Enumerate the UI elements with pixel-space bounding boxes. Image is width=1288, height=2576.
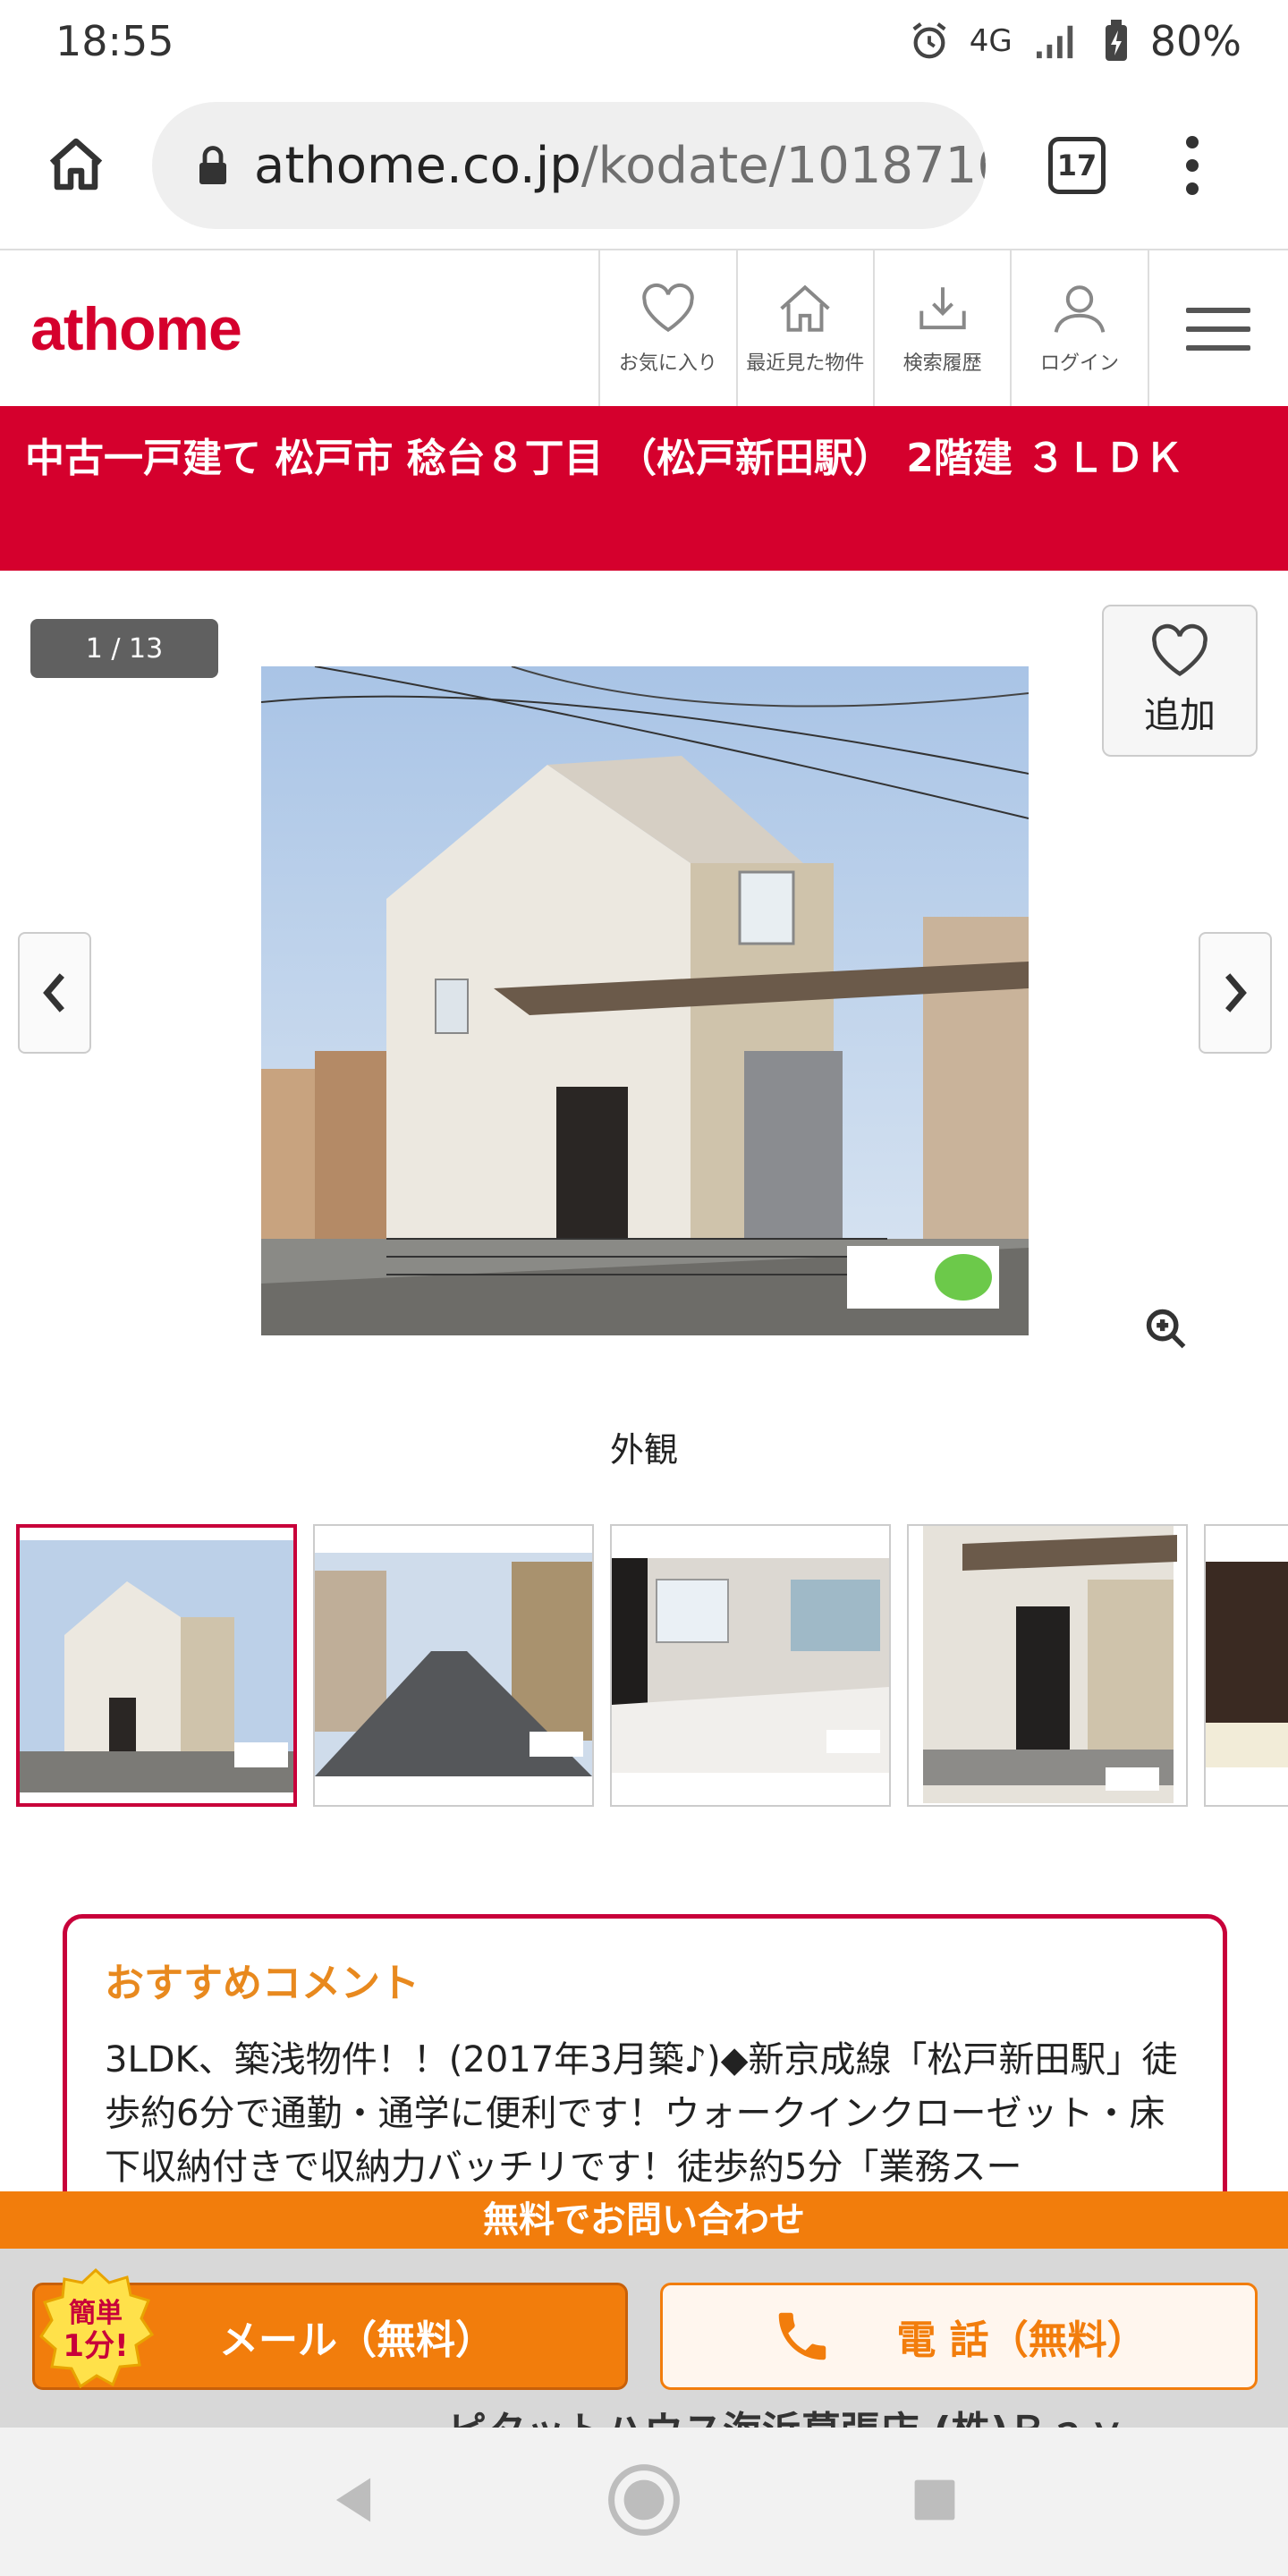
- thumbnail-4[interactable]: [907, 1524, 1188, 1807]
- status-icons: 4G 80%: [909, 17, 1241, 65]
- login-label: ログイン: [1039, 352, 1119, 375]
- address-bar[interactable]: athome.co.jp/kodate/10187160: [152, 102, 986, 229]
- thumbnail-3[interactable]: [610, 1524, 891, 1807]
- add-favorite-button[interactable]: 追加: [1102, 605, 1258, 757]
- thumbnail-2[interactable]: [313, 1524, 594, 1807]
- menu-dot: [1186, 159, 1199, 172]
- menu-line: [1186, 326, 1251, 332]
- contact-area: ピタットハウス海浜幕張店 (株)Ｂａｙ メール（無料） 簡単 1分! 電 話（無…: [0, 2249, 1288, 2454]
- home-button[interactable]: [36, 125, 116, 206]
- lock-icon: [199, 146, 226, 184]
- back-button[interactable]: [328, 2473, 378, 2530]
- search-history-label: 検索履歴: [902, 352, 982, 375]
- badge-line-2: 1分!: [63, 2328, 128, 2364]
- browser-toolbar: athome.co.jp/kodate/10187160 17: [0, 82, 1288, 249]
- zoom-in-icon: [1146, 1309, 1186, 1349]
- athome-logo[interactable]: athome: [30, 294, 242, 364]
- recently-viewed-button[interactable]: 最近見た物件: [735, 250, 873, 408]
- next-image-button[interactable]: [1199, 932, 1272, 1054]
- site-header: athome お気に入り 最近見た物件 検索履歴 ログイン: [0, 249, 1288, 408]
- recents-square-icon: [914, 2479, 955, 2521]
- back-triangle-icon: [336, 2478, 371, 2522]
- system-navigation-bar: [0, 2428, 1288, 2576]
- mail-button-label: メール（無料）: [219, 2318, 495, 2363]
- heart-icon: [642, 283, 694, 333]
- property-title: 中古一戸建て 松戸市 稔台８丁目 （松戸新田駅） 2階建 ３ＬＤＫ: [0, 406, 1288, 571]
- battery-icon: [1105, 20, 1127, 61]
- battery-level: 80%: [1149, 17, 1241, 65]
- image-counter: 1 / 13: [30, 619, 218, 678]
- logo-area[interactable]: athome: [0, 250, 598, 408]
- url-path: /kodate/10187160: [580, 136, 986, 195]
- person-icon: [1054, 285, 1106, 333]
- home-system-button[interactable]: [606, 2462, 682, 2541]
- recommend-title: おすすめコメント: [105, 1961, 419, 2006]
- network-label: 4G: [969, 23, 1013, 59]
- free-inquiry-banner: 無料でお問い合わせ: [0, 2191, 1288, 2249]
- zoom-button[interactable]: [1143, 1306, 1190, 1356]
- chevron-left-icon: [43, 973, 64, 1013]
- favorites-label: お気に入り: [618, 352, 717, 375]
- menu-dot: [1186, 182, 1199, 195]
- browser-menu-button[interactable]: [1186, 136, 1199, 195]
- phone-inquiry-button[interactable]: 電 話（無料）: [660, 2283, 1258, 2390]
- recommend-text: 3LDK、築浅物件！！(2017年3月築♪)◆新京成線「松戸新田駅」徒歩約6分で…: [105, 2039, 1178, 2188]
- tab-switcher-button[interactable]: 17: [1048, 137, 1106, 194]
- alarm-icon: [912, 22, 946, 59]
- recently-viewed-label: 最近見た物件: [746, 352, 865, 375]
- home-circle-icon: [608, 2464, 680, 2536]
- recents-button[interactable]: [910, 2475, 960, 2529]
- download-tray-icon: [919, 287, 966, 330]
- phone-button-label: 電 話（無料）: [896, 2318, 1147, 2363]
- status-time: 18:55: [55, 17, 174, 65]
- login-button[interactable]: ログイン: [1010, 250, 1147, 408]
- main-property-photo[interactable]: [261, 666, 1029, 1335]
- prev-image-button[interactable]: [18, 932, 91, 1054]
- heart-icon: [1152, 623, 1208, 677]
- phone-icon: [779, 2312, 826, 2360]
- thumbnail-5[interactable]: [1204, 1524, 1288, 1807]
- favorites-button[interactable]: お気に入り: [598, 250, 735, 408]
- thumbnail-1[interactable]: [16, 1524, 297, 1807]
- add-favorite-label: 追加: [1144, 695, 1216, 736]
- menu-line: [1186, 308, 1251, 313]
- hamburger-menu-button[interactable]: [1147, 250, 1288, 408]
- chevron-right-icon: [1225, 973, 1247, 1013]
- status-bar: 18:55 4G 80%: [0, 0, 1288, 82]
- url-host: athome.co.jp: [254, 136, 581, 195]
- badge-line-1: 簡単: [69, 2298, 123, 2329]
- signal-icon: [1036, 25, 1072, 59]
- home-icon: [49, 138, 103, 191]
- quick-badge: 簡単 1分!: [39, 2267, 154, 2389]
- house-icon: [780, 284, 830, 332]
- search-history-button[interactable]: 検索履歴: [872, 250, 1010, 408]
- thumbnail-strip: [16, 1524, 1288, 1807]
- photo-caption: 外観: [609, 1430, 678, 1470]
- menu-dot: [1186, 136, 1199, 148]
- menu-line: [1186, 345, 1251, 351]
